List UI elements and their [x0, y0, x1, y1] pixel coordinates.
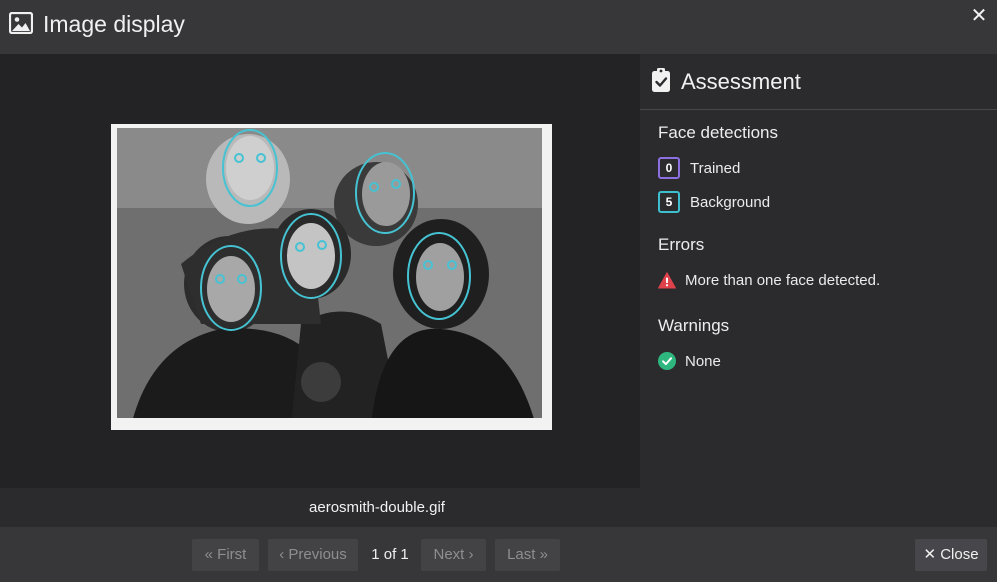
dialog-titlebar: Image display ✕ [0, 0, 997, 54]
assessment-header: Assessment [640, 54, 997, 110]
background-count-badge: 5 [658, 191, 680, 213]
background-label: Background [690, 193, 771, 211]
image-viewer [0, 54, 640, 488]
warning-message: None [685, 352, 721, 370]
warning-item: None [658, 350, 721, 372]
face-photo [111, 124, 552, 430]
first-button[interactable]: « First [192, 539, 259, 571]
trained-count-row: 0 Trained [658, 156, 740, 180]
face-detections-title: Face detections [658, 123, 779, 142]
dialog-title: Image display [43, 11, 185, 37]
errors-title: Errors [658, 235, 705, 254]
close-button[interactable]: ✕ Close [915, 539, 987, 571]
error-item: More than one face detected. [658, 269, 880, 291]
next-button[interactable]: Next › [421, 539, 486, 571]
filename-bar: aerosmith-double.gif [0, 488, 640, 527]
page-indicator: 1 of 1 [371, 546, 409, 563]
check-circle-icon [658, 352, 676, 370]
last-button[interactable]: Last » [495, 539, 560, 571]
close-icon[interactable]: ✕ [969, 6, 989, 26]
image-icon [9, 12, 33, 34]
error-message: More than one face detected. [685, 271, 881, 289]
assessment-title: Assessment [681, 69, 801, 94]
warnings-title: Warnings [658, 316, 730, 335]
dialog-footer: « First ‹ Previous 1 of 1 Next › Last » … [0, 527, 997, 582]
trained-label: Trained [690, 159, 741, 177]
clipboard-check-icon [652, 68, 670, 92]
previous-button[interactable]: ‹ Previous [268, 539, 358, 571]
warning-triangle-icon [658, 271, 676, 288]
trained-count-badge: 0 [658, 157, 680, 179]
assessment-panel: Assessment Face detections 0 Trained 5 B… [640, 54, 997, 527]
background-count-row: 5 Background [658, 190, 770, 214]
